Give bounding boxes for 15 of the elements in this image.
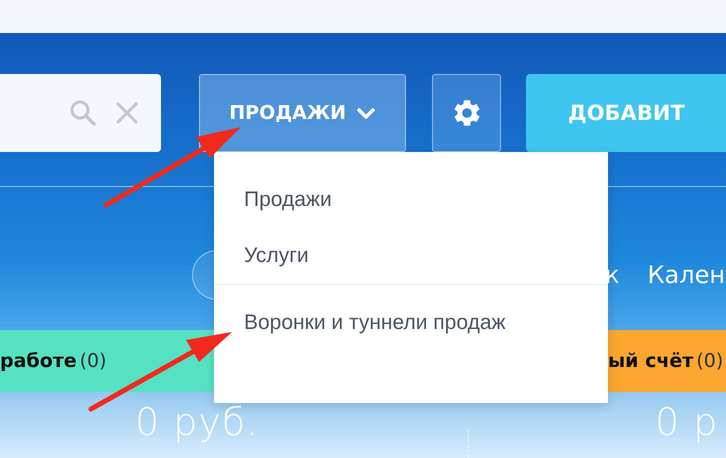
chevron-icon xyxy=(356,107,376,119)
sum-amount: 0 руб. xyxy=(135,400,260,446)
menu-item[interactable]: Продажи xyxy=(214,172,608,228)
menu-item[interactable]: Воронки и туннели продаж xyxy=(214,295,608,351)
search-icon[interactable] xyxy=(69,99,98,127)
add-button[interactable]: ДОБАВИТ xyxy=(526,74,726,152)
stage-title: ый счёт(0) xyxy=(608,350,724,372)
stage-title: работе(0) xyxy=(0,350,107,372)
sum-amount: 0 р xyxy=(655,400,720,446)
close-icon[interactable] xyxy=(115,101,140,125)
nav-link[interactable]: Кален xyxy=(648,261,726,289)
sales-dropdown-button[interactable]: ПРОДАЖИ xyxy=(199,74,406,152)
search-field[interactable] xyxy=(0,74,162,152)
settings-button[interactable] xyxy=(432,74,501,152)
menu-item[interactable]: Услуги xyxy=(214,228,608,284)
